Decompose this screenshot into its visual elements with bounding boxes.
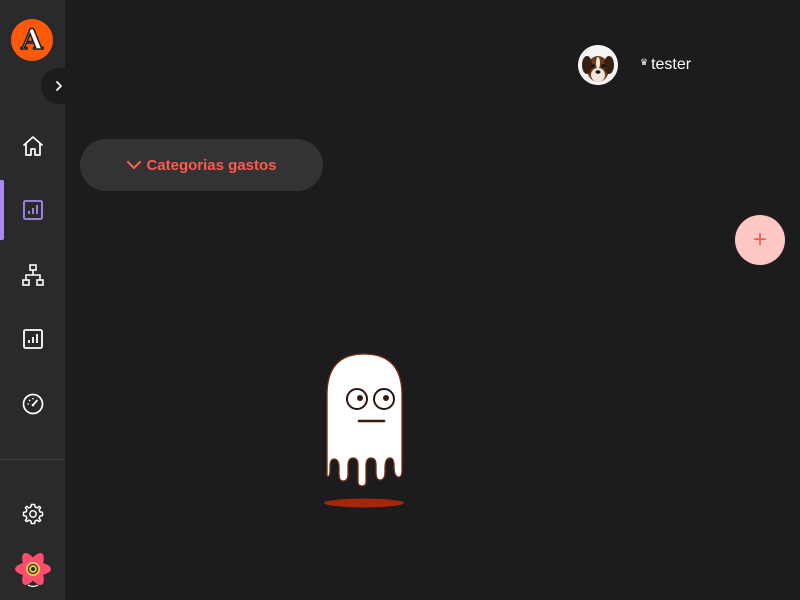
sidebar-item-hierarchy[interactable] xyxy=(0,245,65,305)
bar-chart-icon xyxy=(22,329,43,349)
crown-icon: ♛ xyxy=(640,56,649,67)
sidebar-item-home[interactable] xyxy=(0,116,65,176)
app-logo[interactable]: A xyxy=(11,19,53,61)
empty-state-ghost-illustration xyxy=(318,350,410,515)
chevron-down-icon xyxy=(127,160,142,170)
dog-avatar-icon xyxy=(578,45,618,85)
sitemap-icon xyxy=(21,264,44,286)
react-logo-icon[interactable] xyxy=(12,548,54,590)
plus-icon: + xyxy=(752,226,767,253)
sidebar-item-reports[interactable] xyxy=(0,180,65,240)
expand-sidebar-button[interactable] xyxy=(41,68,77,104)
logo-letter: A xyxy=(20,23,43,56)
app: A ♛ tester Categorias gastos + xyxy=(0,0,800,600)
username: tester xyxy=(651,56,692,73)
gauge-icon xyxy=(22,393,43,415)
gear-icon xyxy=(22,503,43,525)
home-icon xyxy=(22,136,43,156)
sidebar-divider xyxy=(0,459,65,460)
sidebar-item-dashboard[interactable] xyxy=(0,374,65,434)
chevron-right-icon xyxy=(56,81,62,91)
user-avatar[interactable] xyxy=(578,45,618,85)
add-button[interactable]: + xyxy=(735,215,785,265)
settings-button[interactable] xyxy=(0,494,65,534)
categories-label: Categorias gastos xyxy=(146,156,277,174)
sidebar: A xyxy=(0,0,77,600)
categories-dropdown-button[interactable]: Categorias gastos xyxy=(80,139,323,191)
bar-chart-icon xyxy=(22,200,43,220)
user-info[interactable]: ♛ tester xyxy=(640,55,691,75)
sidebar-item-stats[interactable] xyxy=(0,309,65,369)
